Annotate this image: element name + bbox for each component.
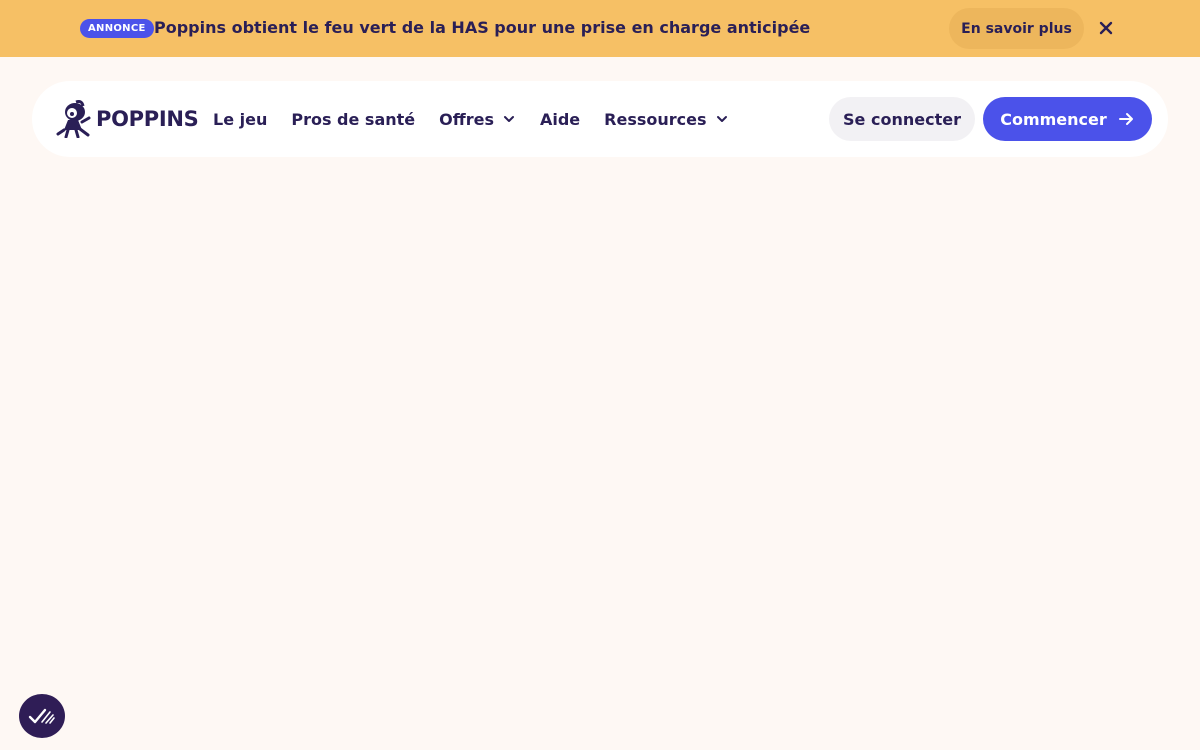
- close-announcement-button[interactable]: [1096, 18, 1116, 38]
- announcement-banner: ANNONCE Poppins obtient le feu vert de l…: [0, 0, 1200, 57]
- main-nav: Le jeu Pros de santé Offres Aide Ressour…: [213, 81, 753, 157]
- arrow-right-icon: [1118, 113, 1133, 125]
- cookie-consent-icon: [28, 708, 55, 724]
- login-button[interactable]: Se connecter: [829, 97, 975, 141]
- nav-item-label: Pros de santé: [291, 109, 416, 129]
- announcement-badge: ANNONCE: [80, 19, 154, 38]
- learn-more-button[interactable]: En savoir plus: [949, 8, 1084, 49]
- nav-item-le-jeu[interactable]: Le jeu: [213, 110, 267, 129]
- chevron-down-icon: [503, 116, 514, 122]
- nav-item-pros-de-sante[interactable]: Pros de santé: [291, 110, 415, 129]
- main-header: POPPINS Le jeu Pros de santé Offres Aide…: [32, 81, 1168, 157]
- nav-item-label: Le jeu: [213, 109, 268, 129]
- nav-item-label: Offres: [439, 109, 494, 129]
- poppins-mascot-icon: [56, 100, 91, 138]
- nav-item-offres[interactable]: Offres: [439, 110, 516, 129]
- chevron-down-icon: [716, 116, 727, 122]
- cookie-consent-button[interactable]: [19, 694, 65, 738]
- start-button-label: Commencer: [1000, 109, 1107, 129]
- logo-text: POPPINS: [96, 107, 199, 131]
- nav-item-label: Aide: [539, 109, 581, 129]
- nav-item-label: Ressources: [604, 109, 707, 129]
- nav-item-ressources[interactable]: Ressources: [604, 110, 728, 129]
- start-button[interactable]: Commencer: [983, 97, 1152, 141]
- announcement-text[interactable]: Poppins obtient le feu vert de la HAS po…: [154, 17, 810, 39]
- close-icon: [1099, 21, 1113, 35]
- logo[interactable]: POPPINS: [56, 99, 199, 139]
- nav-item-aide[interactable]: Aide: [540, 110, 580, 129]
